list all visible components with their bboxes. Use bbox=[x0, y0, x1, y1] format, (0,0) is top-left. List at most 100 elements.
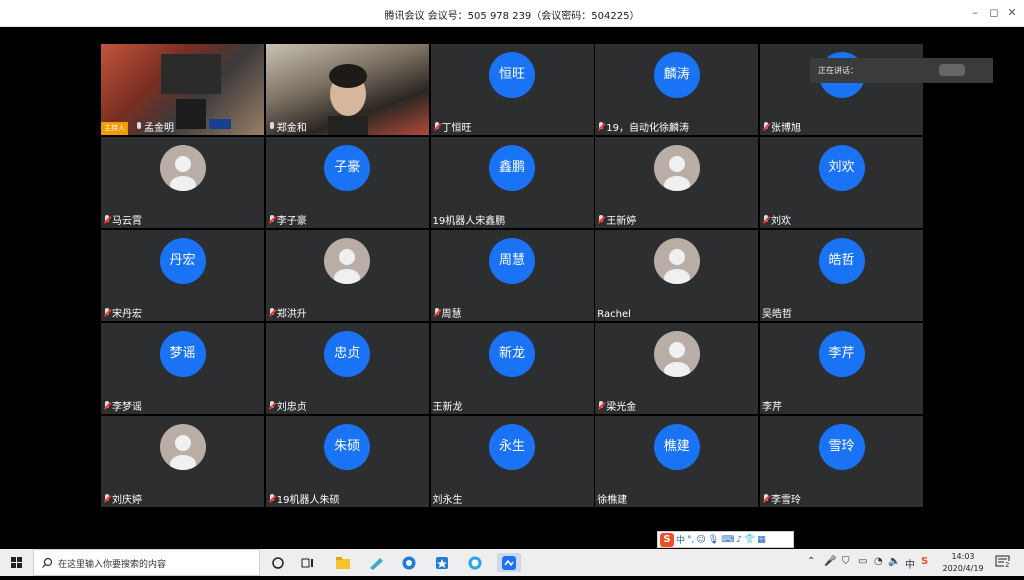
participant-tile[interactable]: 马云霄 bbox=[101, 137, 264, 228]
avatar: 永生 bbox=[489, 424, 535, 470]
cortana-icon[interactable] bbox=[268, 553, 288, 572]
participant-tile[interactable]: 朱硕 19机器人朱硕 bbox=[265, 416, 429, 507]
participant-tile[interactable]: 周慧 周慧 bbox=[430, 230, 594, 321]
avatar: 梦谣 bbox=[159, 331, 206, 377]
mic-muted-icon bbox=[762, 493, 770, 504]
task-view-icon[interactable] bbox=[298, 553, 318, 572]
clock-time: 14:03 bbox=[951, 552, 975, 561]
emoji-icon[interactable]: ☺ bbox=[696, 535, 705, 545]
file-explorer-icon[interactable] bbox=[333, 553, 353, 572]
punctuation-icon[interactable]: °, bbox=[687, 535, 694, 545]
tray-mic-icon[interactable]: 🎤 bbox=[824, 556, 836, 567]
tencent-meeting-taskbar-icon[interactable] bbox=[497, 553, 521, 572]
participant-tile[interactable]: 主持人 孟金明 bbox=[101, 44, 264, 135]
participant-name-text: 马云霄 bbox=[112, 216, 142, 227]
app-pencil-icon[interactable] bbox=[366, 553, 386, 572]
participant-tile[interactable]: 郑洪升 bbox=[265, 230, 429, 321]
mic-icon bbox=[268, 121, 276, 132]
speaker-avatar-blur bbox=[939, 64, 965, 76]
qq-browser-icon[interactable] bbox=[465, 553, 485, 572]
keyboard-icon[interactable]: ⌨ bbox=[721, 535, 734, 545]
participant-tile[interactable]: 忠贞刘忠贞 bbox=[265, 323, 429, 414]
tray-network-icon[interactable]: ▭ bbox=[858, 556, 867, 567]
maximize-button[interactable]: ◻ bbox=[985, 4, 1003, 22]
participant-name-text: 刘欢 bbox=[771, 216, 791, 227]
participant-tile[interactable]: 李芹 李芹 bbox=[760, 323, 923, 414]
participant-tile[interactable]: 皓哲吴皓哲 bbox=[760, 230, 923, 321]
participant-tile[interactable]: 刘欢 刘欢 bbox=[760, 137, 923, 228]
participant-tile[interactable]: 王新婷 bbox=[595, 137, 759, 228]
participant-tile[interactable]: 新龙王新龙 bbox=[430, 323, 594, 414]
skin-icon[interactable]: 👕 bbox=[744, 535, 755, 545]
participant-grid: 主持人孟金明郑金和恒旺丁恒旺麟涛19，自动化徐麟涛博旭张博旭马云霄子豪李子豪鑫鹏… bbox=[101, 44, 923, 507]
speaking-label: 正在讲话： bbox=[818, 66, 858, 75]
participant-tile[interactable]: 永生 刘永生 bbox=[430, 416, 594, 507]
participant-name: 刘忠贞 bbox=[268, 398, 307, 413]
participant-tile[interactable]: 樵建 徐樵建 bbox=[595, 416, 759, 507]
ime-mode[interactable]: 中 bbox=[676, 533, 685, 546]
tray-volume-icon[interactable]: 🔈 bbox=[888, 556, 900, 567]
taskbar-clock[interactable]: 14:03 2020/4/19 bbox=[938, 551, 988, 575]
participant-tile[interactable]: 郑金和 bbox=[265, 44, 429, 135]
windows-logo-icon bbox=[11, 557, 22, 568]
participant-name: 刘庆婷 bbox=[103, 491, 142, 506]
close-button[interactable]: ✕ bbox=[1003, 4, 1021, 22]
participant-name-text: 吴皓哲 bbox=[762, 309, 792, 320]
avatar: 新龙 bbox=[489, 331, 535, 377]
taskbar-search-input[interactable]: 在这里输入你要搜索的内容 bbox=[33, 549, 260, 576]
ime-toolbar[interactable]: S 中 °, ☺ 🎙 ⌨ ♪ 👕 ▦ bbox=[657, 531, 794, 548]
participant-name-text: 孟金明 bbox=[144, 123, 174, 134]
windows-start-button[interactable] bbox=[0, 549, 32, 576]
participant-tile[interactable]: 梁光金 bbox=[595, 323, 759, 414]
tray-shield-icon[interactable]: ⛉ bbox=[842, 556, 850, 567]
avatar: 朱硕 bbox=[324, 424, 371, 470]
participant-name: 王新婷 bbox=[597, 212, 636, 227]
mic-muted-icon bbox=[103, 307, 111, 318]
participant-name-text: 李芹 bbox=[762, 402, 782, 413]
participant-tile[interactable]: 梦谣李梦谣 bbox=[101, 323, 264, 414]
grid-icon[interactable]: ▦ bbox=[757, 535, 766, 545]
tray-wifi-icon[interactable]: ◔ bbox=[874, 556, 883, 567]
sogou-logo-icon: S bbox=[660, 532, 674, 547]
participant-tile[interactable]: 丹宏 宋丹宏 bbox=[101, 230, 264, 321]
avatar: 李芹 bbox=[818, 331, 865, 377]
participant-name: 李子豪 bbox=[268, 212, 307, 227]
mic-muted-icon bbox=[597, 214, 605, 225]
avatar: 忠贞 bbox=[324, 331, 371, 377]
notification-center-icon[interactable]: 2 bbox=[995, 554, 1011, 573]
participant-tile[interactable]: 刘庆婷 bbox=[101, 416, 264, 507]
participant-name-text: 李雪玲 bbox=[771, 495, 801, 506]
participant-name-text: 郑洪升 bbox=[276, 309, 307, 320]
participant-tile[interactable]: 雪玲 李雪玲 bbox=[760, 416, 923, 507]
tray-ime-lang[interactable]: 中 bbox=[905, 556, 915, 571]
mic-muted-icon bbox=[103, 400, 111, 411]
tools-icon[interactable]: ♪ bbox=[736, 535, 742, 545]
participant-tile[interactable]: 子豪李子豪 bbox=[265, 137, 429, 228]
participant-name: 李雪玲 bbox=[762, 491, 801, 506]
avatar-photo bbox=[653, 331, 700, 377]
participant-tile[interactable]: Rachel bbox=[595, 230, 759, 321]
participant-name: 王新龙 bbox=[433, 398, 463, 413]
participant-name-text: 刘忠贞 bbox=[276, 402, 307, 413]
tray-chevron-icon[interactable]: ⌃ bbox=[807, 556, 815, 567]
participant-name: 19，自动化徐麟涛 bbox=[597, 119, 689, 134]
participant-tile[interactable]: 恒旺 丁恒旺 bbox=[430, 44, 594, 135]
tray-sogou-icon[interactable]: S bbox=[921, 556, 928, 567]
store-app-icon[interactable] bbox=[432, 553, 452, 572]
notification-count: 2 bbox=[1004, 561, 1011, 569]
participant-name-text: 徐樵建 bbox=[597, 495, 628, 506]
participant-tile[interactable]: 鑫鹏 19机器人宋鑫鹏 bbox=[430, 137, 594, 228]
participant-tile[interactable]: 麟涛 19，自动化徐麟涛 bbox=[595, 44, 759, 135]
participant-name-text: 李梦谣 bbox=[112, 402, 142, 413]
mic-muted-icon bbox=[268, 493, 276, 504]
title-bar: 腾讯会议 会议号：505 978 239（会议密码：504225） – ◻ ✕ bbox=[0, 0, 1024, 27]
avatar: 子豪 bbox=[324, 145, 371, 191]
voice-icon[interactable]: 🎙 bbox=[708, 535, 719, 545]
minimize-button[interactable]: – bbox=[966, 4, 984, 22]
mic-muted-icon bbox=[762, 214, 770, 225]
edge-browser-icon[interactable] bbox=[399, 553, 419, 572]
participant-name: 孟金明 bbox=[135, 119, 174, 134]
participant-name-text: 张博旭 bbox=[771, 123, 801, 134]
avatar-photo bbox=[653, 238, 700, 284]
avatar: 皓哲 bbox=[818, 238, 865, 284]
